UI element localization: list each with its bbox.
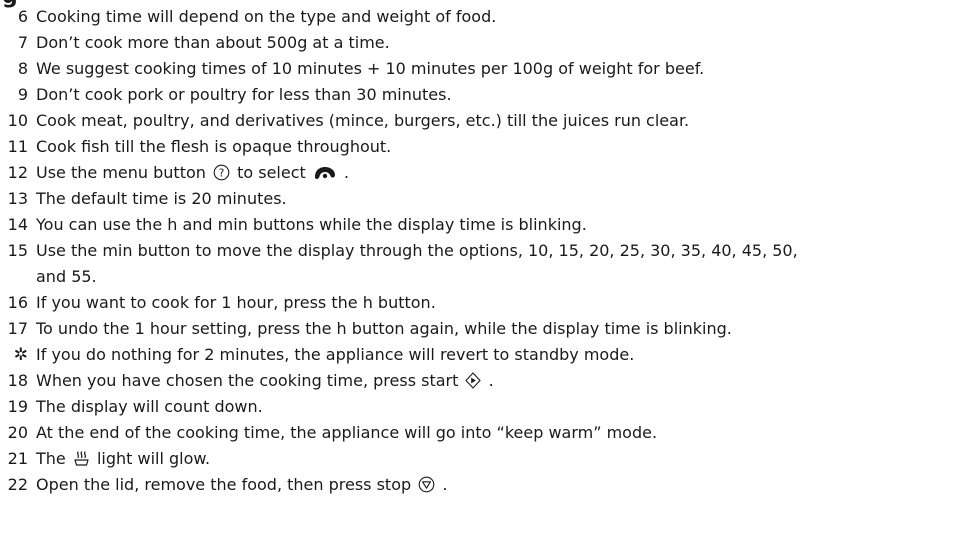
- list-item-tip: ✲ If you do nothing for 2 minutes, the a…: [0, 342, 963, 368]
- step-text-part: .: [488, 371, 494, 390]
- step-text-part: The: [36, 449, 66, 468]
- list-item: 14 You can use the h and min buttons whi…: [0, 212, 963, 238]
- keep-warm-light-icon: [73, 450, 90, 467]
- list-item: 7 Don’t cook more than about 500g at a t…: [0, 30, 963, 56]
- list-item: 17 To undo the 1 hour setting, press the…: [0, 316, 963, 342]
- step-number: 17: [7, 319, 28, 338]
- step-number: 15: [7, 241, 28, 260]
- list-item: 19 The display will count down.: [0, 394, 963, 420]
- step-number: 12: [7, 163, 28, 182]
- step-text: We suggest cooking times of 10 minutes +…: [36, 59, 705, 78]
- list-item: 13 The default time is 20 minutes.: [0, 186, 963, 212]
- list-item: 8 We suggest cooking times of 10 minutes…: [0, 56, 963, 82]
- tip-star-icon: ✲: [13, 345, 28, 365]
- step-text: Use the menu button ? to select .: [36, 160, 963, 186]
- list-item: 21 The light will glow.: [0, 446, 963, 472]
- step-text: You can use the h and min buttons while …: [36, 215, 587, 234]
- step-number: 9: [17, 85, 28, 104]
- step-text-part: When you have chosen the cooking time, p…: [36, 371, 459, 390]
- list-item: 16 If you want to cook for 1 hour, press…: [0, 290, 963, 316]
- stop-button-icon: [418, 476, 435, 493]
- list-item: 15 Use the min button to move the displa…: [0, 238, 963, 290]
- step-number: 7: [17, 33, 28, 52]
- list-item: 18 When you have chosen the cooking time…: [0, 368, 963, 394]
- step-number: 19: [7, 397, 28, 416]
- step-number: 22: [7, 475, 28, 494]
- start-button-icon: [465, 372, 482, 389]
- step-text: The default time is 20 minutes.: [36, 189, 287, 208]
- step-number: 21: [7, 449, 28, 468]
- step-text-part: Open the lid, remove the food, then pres…: [36, 475, 412, 494]
- step-text: When you have chosen the cooking time, p…: [36, 368, 963, 394]
- list-item: 6 Cooking time will depend on the type a…: [0, 4, 963, 30]
- step-text: Open the lid, remove the food, then pres…: [36, 472, 963, 498]
- step-number: 11: [7, 137, 28, 156]
- list-item: 9 Don’t cook pork or poultry for less th…: [0, 82, 963, 108]
- list-item: 22 Open the lid, remove the food, then p…: [0, 472, 963, 498]
- step-number: 20: [7, 423, 28, 442]
- step-number: 8: [17, 59, 28, 78]
- step-text: At the end of the cooking time, the appl…: [36, 423, 658, 442]
- step-text-part: to select: [237, 163, 306, 182]
- step-text-part: .: [343, 163, 350, 182]
- step-number: 18: [7, 371, 28, 390]
- step-text: Cook meat, poultry, and derivatives (min…: [36, 111, 690, 130]
- menu-button-icon: ?: [213, 164, 230, 181]
- list-item: 10 Cook meat, poultry, and derivatives (…: [0, 108, 963, 134]
- step-text-part: light will glow.: [96, 449, 211, 468]
- list-item: 20 At the end of the cooking time, the a…: [0, 420, 963, 446]
- step-text-continuation: and 55.: [36, 267, 97, 286]
- step-text-part: Use the menu button: [36, 163, 206, 182]
- step-number: 13: [7, 189, 28, 208]
- step-text: Cook fish till the flesh is opaque throu…: [36, 137, 392, 156]
- svg-text:?: ?: [219, 167, 225, 179]
- step-text: Cooking time will depend on the type and…: [36, 7, 497, 26]
- step-text-part: Use the min button to move the display t…: [36, 241, 798, 260]
- step-number: 16: [7, 293, 28, 312]
- step-text: To undo the 1 hour setting, press the h …: [36, 319, 732, 338]
- tip-text: If you do nothing for 2 minutes, the app…: [36, 345, 635, 364]
- step-text: If you want to cook for 1 hour, press th…: [36, 293, 436, 312]
- step-text: The light will glow.: [36, 446, 963, 472]
- step-text-part: .: [442, 475, 448, 494]
- roast-program-icon: [313, 165, 337, 181]
- step-number: 10: [7, 111, 28, 130]
- step-text: Don’t cook pork or poultry for less than…: [36, 85, 452, 104]
- step-number: 14: [7, 215, 28, 234]
- step-text: The display will count down.: [36, 397, 263, 416]
- list-item: 12 Use the menu button ? to select .: [0, 160, 963, 186]
- list-item: 11 Cook fish till the flesh is opaque th…: [0, 134, 963, 160]
- step-text: Don’t cook more than about 500g at a tim…: [36, 33, 390, 52]
- instruction-list: 6 Cooking time will depend on the type a…: [0, 4, 963, 498]
- step-text: Use the min button to move the display t…: [36, 238, 963, 290]
- step-number: 6: [17, 7, 28, 26]
